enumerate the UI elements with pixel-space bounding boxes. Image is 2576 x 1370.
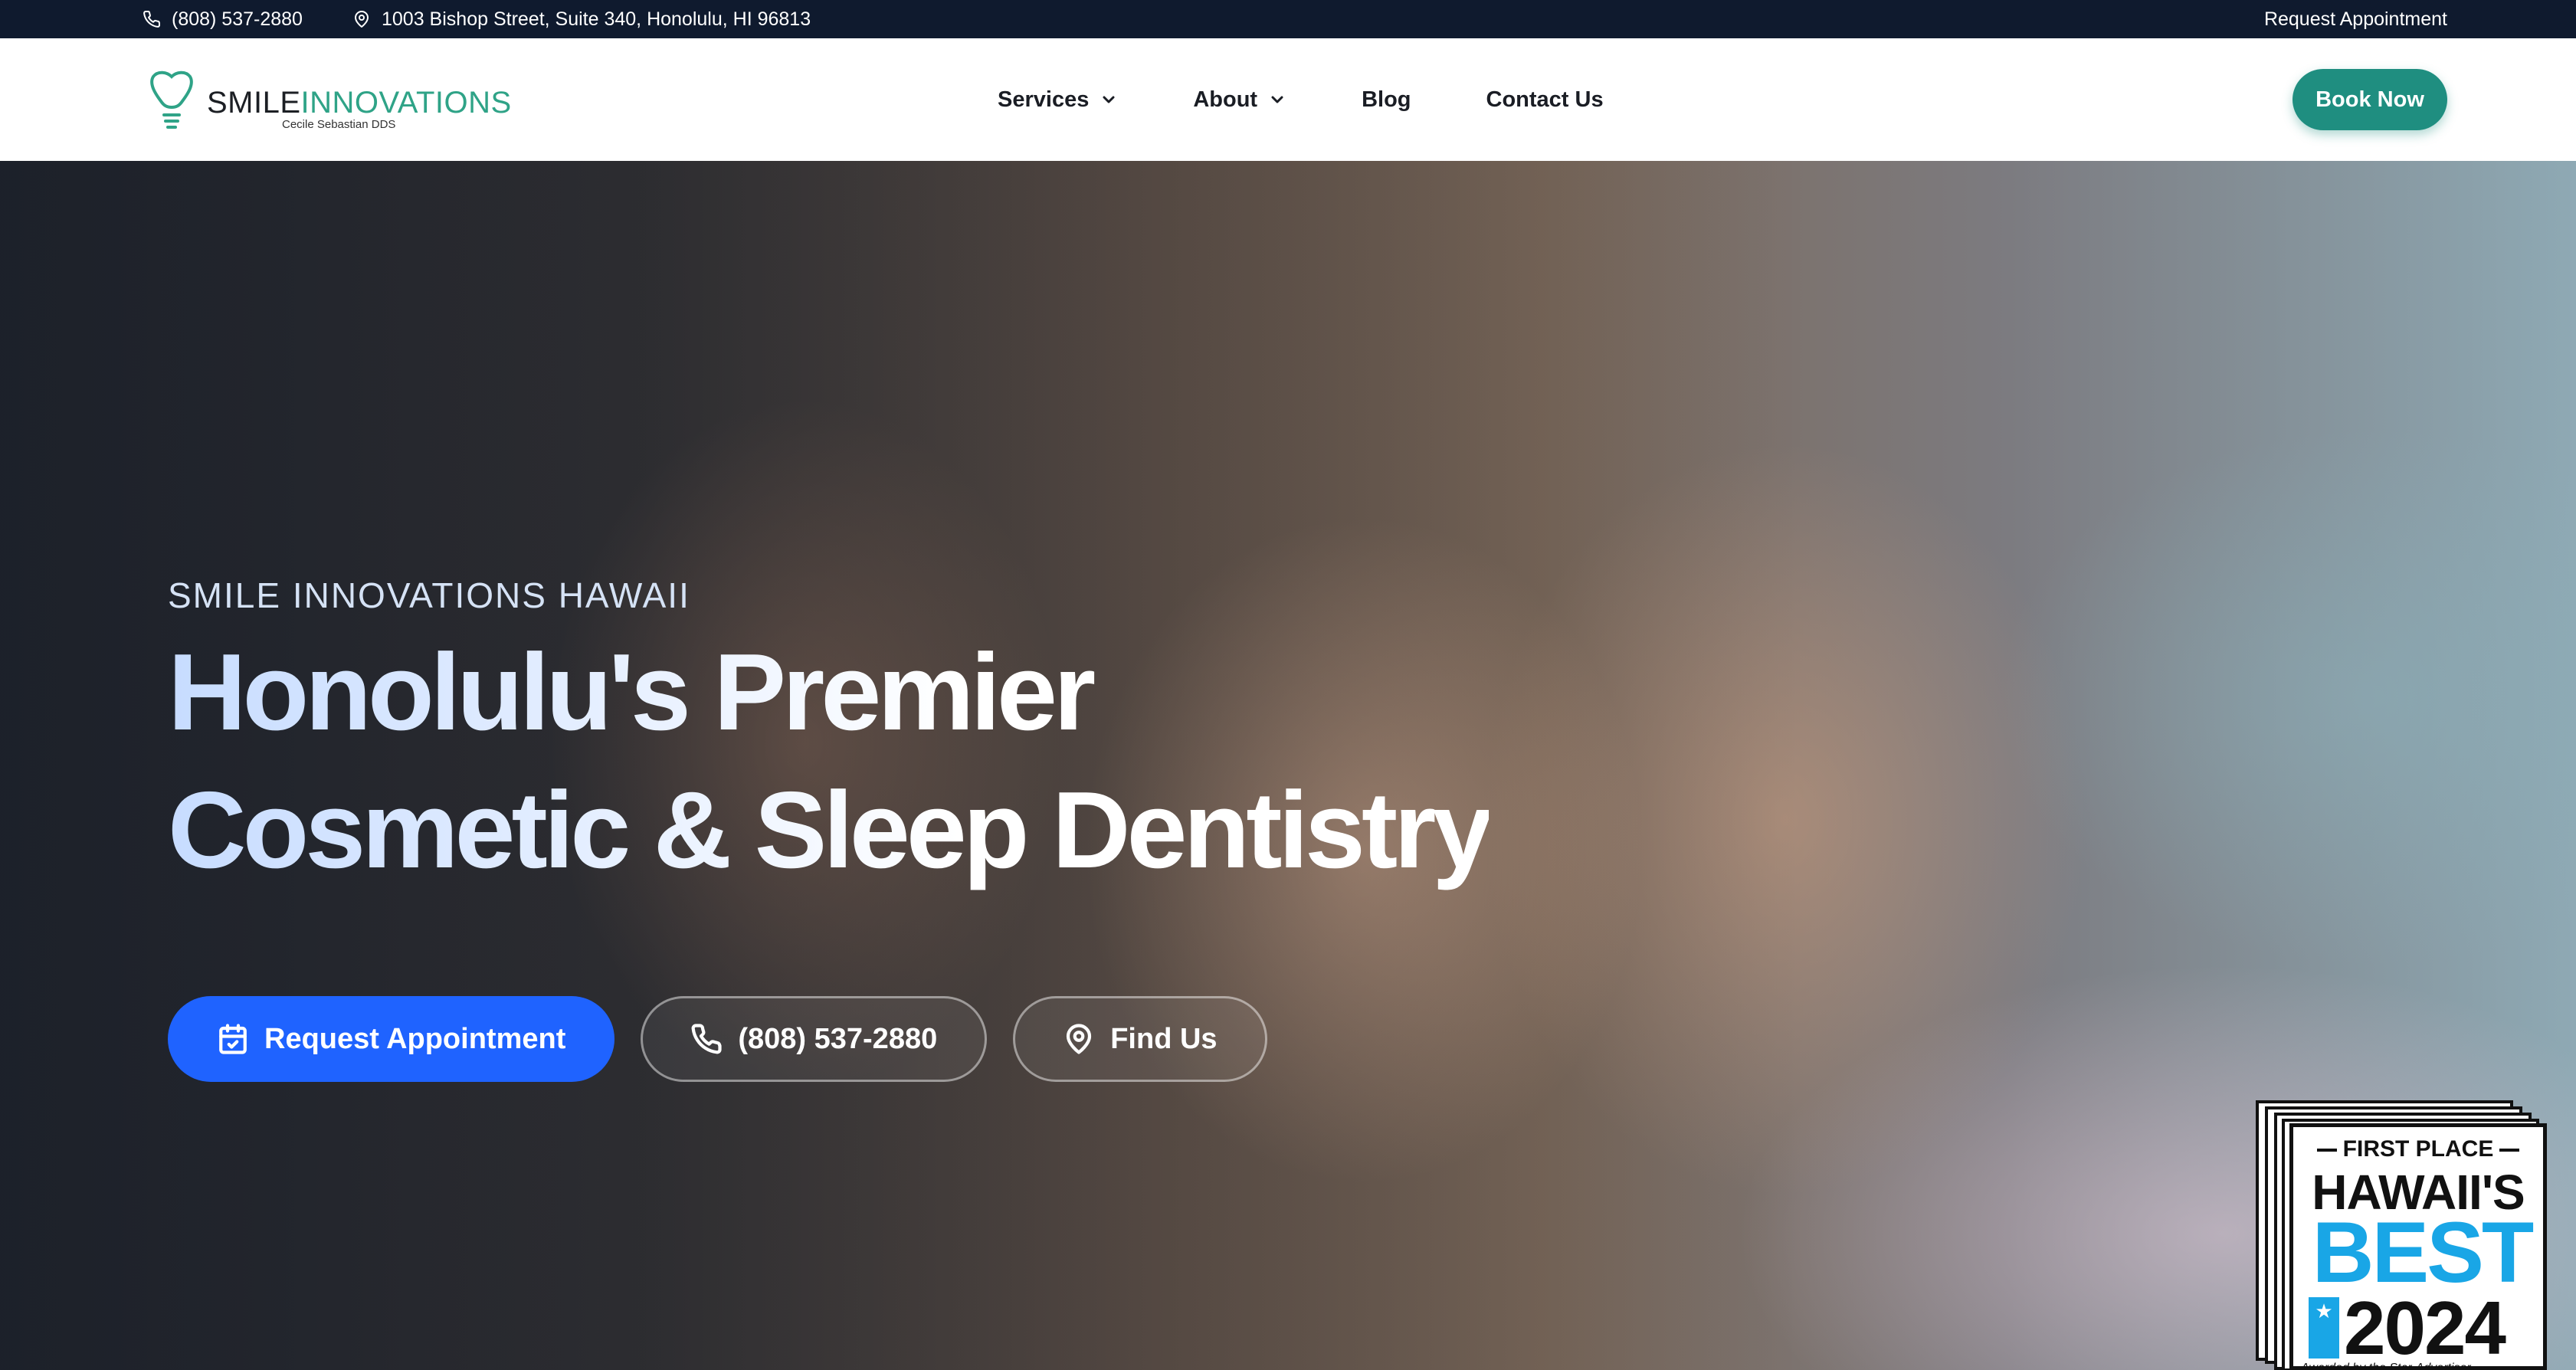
nav-services-label: Services bbox=[998, 87, 1090, 112]
badge-footer: Awarded by the Star-Advertiser bbox=[2301, 1362, 2471, 1370]
topbar-request-text: Request Appointment bbox=[2263, 8, 2447, 30]
hero-cta-row: Request Appointment (808) 537-2880 Find … bbox=[168, 996, 1267, 1082]
badge-best: BEST bbox=[2312, 1204, 2535, 1300]
badge-front: FIRST PLACE HAWAII'S BEST ★ 2024 Awarded… bbox=[2289, 1123, 2547, 1370]
hero-headline-line2: Cosmetic & Sleep Dentistry bbox=[168, 769, 1490, 891]
site-header: SMILEINNOVATIONS Cecile Sebastian DDS Se… bbox=[0, 38, 2576, 161]
phone-icon bbox=[691, 1024, 722, 1054]
nav-about-label: About bbox=[1193, 87, 1258, 112]
logo-wordmark: SMILEINNOVATIONS bbox=[207, 86, 512, 120]
logo-subtitle: Cecile Sebastian DDS bbox=[282, 118, 396, 131]
topbar-phone-text: (808) 537-2880 bbox=[172, 8, 303, 30]
nav-item-services[interactable]: Services bbox=[998, 87, 1118, 113]
chevron-down-icon bbox=[1271, 96, 1283, 103]
nav-item-blog[interactable]: Blog bbox=[1362, 87, 1411, 113]
main-nav: Services About Blog Contact Us bbox=[998, 38, 1679, 161]
hero-headline-line1: Honolulu's Premier bbox=[168, 631, 1093, 753]
nav-contact-label: Contact Us bbox=[1486, 87, 1604, 112]
chevron-down-icon bbox=[1103, 96, 1115, 103]
hero-headline: Honolulu's Premier Cosmetic & Sleep Dent… bbox=[168, 624, 1489, 900]
call-phone-button[interactable]: (808) 537-2880 bbox=[641, 996, 988, 1082]
logo-smile-text: SMILE bbox=[207, 86, 301, 120]
hawaiis-best-award-badge: FIRST PLACE HAWAII'S BEST ★ 2024 Awarded… bbox=[2256, 1100, 2547, 1370]
book-now-button[interactable]: Book Now bbox=[2293, 69, 2447, 130]
logo-innovations-text: INNOVATIONS bbox=[300, 86, 512, 120]
map-pin-icon bbox=[355, 11, 369, 28]
request-appointment-button[interactable]: Request Appointment bbox=[168, 996, 615, 1082]
tooth-logo-icon bbox=[150, 70, 193, 129]
topbar-address-link[interactable]: 1003 Bishop Street, Suite 340, Honolulu,… bbox=[352, 0, 811, 38]
topbar-request-appointment-link[interactable]: Request Appointment bbox=[2264, 0, 2447, 38]
calendar-check-icon bbox=[219, 1024, 247, 1054]
phone-icon bbox=[143, 10, 161, 28]
hero-section: SMILE INNOVATIONS HAWAII Honolulu's Prem… bbox=[0, 161, 2576, 1370]
top-utility-bar: (808) 537-2880 1003 Bishop Street, Suite… bbox=[0, 0, 2576, 38]
find-us-label: Find Us bbox=[1110, 1022, 1218, 1055]
request-appointment-label: Request Appointment bbox=[264, 1022, 566, 1055]
call-phone-label: (808) 537-2880 bbox=[738, 1022, 938, 1055]
star-icon: ★ bbox=[2309, 1297, 2339, 1359]
nav-blog-label: Blog bbox=[1362, 87, 1411, 112]
find-us-button[interactable]: Find Us bbox=[1013, 996, 1267, 1082]
map-pin-icon bbox=[1067, 1024, 1092, 1054]
hero-eyebrow: SMILE INNOVATIONS HAWAII bbox=[168, 575, 690, 615]
nav-item-contact-us[interactable]: Contact Us bbox=[1486, 87, 1604, 113]
topbar-phone-link[interactable]: (808) 537-2880 bbox=[143, 0, 303, 38]
badge-year: 2024 bbox=[2344, 1286, 2506, 1370]
badge-first-place: FIRST PLACE bbox=[2293, 1136, 2543, 1162]
site-logo[interactable]: SMILEINNOVATIONS Cecile Sebastian DDS bbox=[147, 69, 511, 132]
topbar-address-text: 1003 Bishop Street, Suite 340, Honolulu,… bbox=[382, 8, 811, 30]
nav-item-about[interactable]: About bbox=[1193, 87, 1286, 113]
